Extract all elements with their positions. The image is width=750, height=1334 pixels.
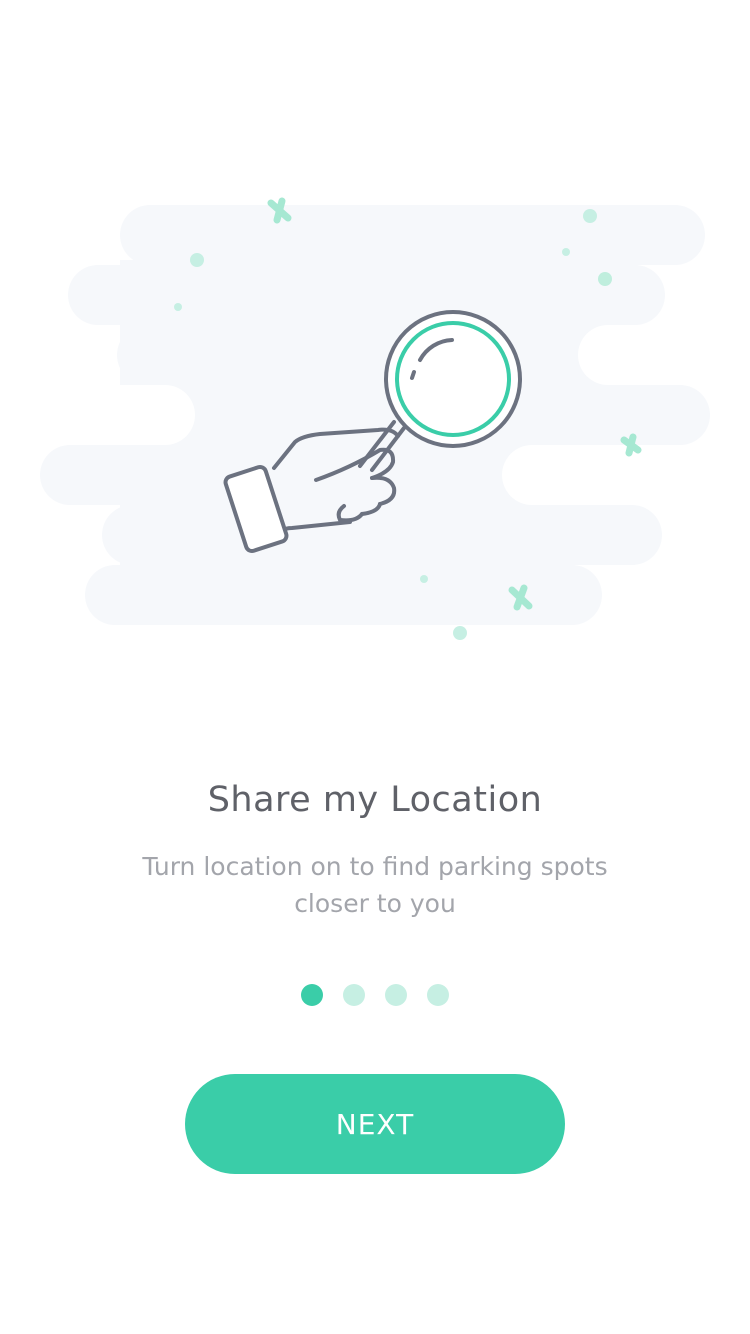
next-button[interactable]: NEXT <box>185 1074 565 1174</box>
page-indicator <box>0 984 750 1006</box>
location-illustration <box>0 180 750 660</box>
page-dot-4[interactable] <box>427 984 449 1006</box>
page-title: Share my Location <box>207 780 543 820</box>
page-dot-1-active[interactable] <box>301 984 323 1006</box>
page-dot-3[interactable] <box>385 984 407 1006</box>
page-dot-2[interactable] <box>343 984 365 1006</box>
page-subtitle: Turn location on to find parking spots c… <box>142 852 608 918</box>
